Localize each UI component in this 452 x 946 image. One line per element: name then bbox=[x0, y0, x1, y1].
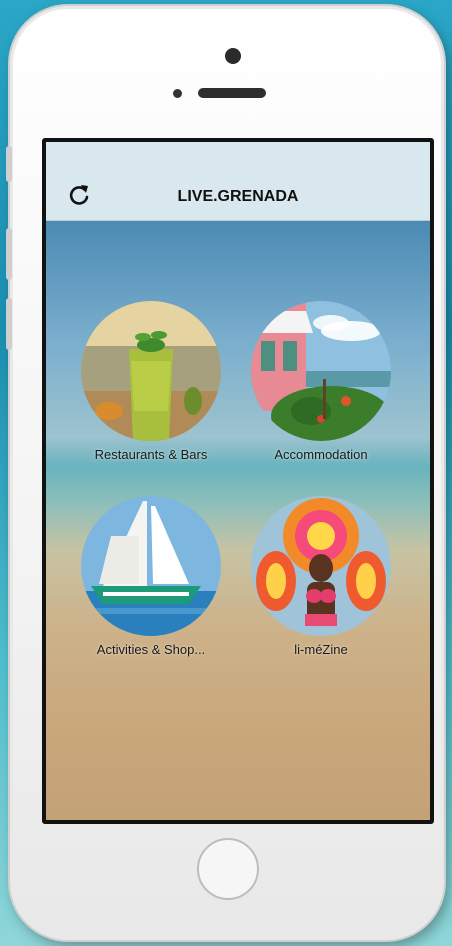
navigation-bar: LIVE.GRENADA bbox=[46, 142, 430, 221]
tile-activities-shopping[interactable]: Activities & Shop... bbox=[66, 496, 236, 657]
phone-frame: LIVE.GRENADA Restaurants & Bars Accommod… bbox=[6, 6, 444, 940]
page-title: LIVE.GRENADA bbox=[177, 188, 299, 205]
app-screen: LIVE.GRENADA Restaurants & Bars Accommod… bbox=[42, 138, 434, 824]
proximity-sensor bbox=[173, 89, 182, 98]
mute-switch bbox=[6, 146, 12, 182]
restaurants-bars-label: Restaurants & Bars bbox=[94, 447, 208, 462]
limezine-image[interactable] bbox=[251, 496, 391, 636]
limezine-label: li-méZine bbox=[294, 642, 348, 657]
home-button[interactable] bbox=[197, 838, 259, 900]
volume-down-button bbox=[6, 298, 12, 350]
home-grid: Restaurants & Bars Accommodation Activit… bbox=[46, 221, 430, 820]
earpiece-speaker bbox=[198, 88, 266, 98]
activities-shopping-image[interactable] bbox=[81, 496, 221, 636]
volume-up-button bbox=[6, 228, 12, 280]
accommodation-image[interactable] bbox=[251, 301, 391, 441]
restaurants-bars-image[interactable] bbox=[81, 301, 221, 441]
activities-shopping-label: Activities & Shop... bbox=[96, 642, 206, 657]
tile-accommodation[interactable]: Accommodation bbox=[236, 301, 406, 462]
tile-restaurants-bars[interactable]: Restaurants & Bars bbox=[66, 301, 236, 462]
front-camera bbox=[225, 48, 241, 64]
accommodation-label: Accommodation bbox=[274, 447, 368, 462]
tile-limezine[interactable]: li-méZine bbox=[236, 496, 406, 657]
